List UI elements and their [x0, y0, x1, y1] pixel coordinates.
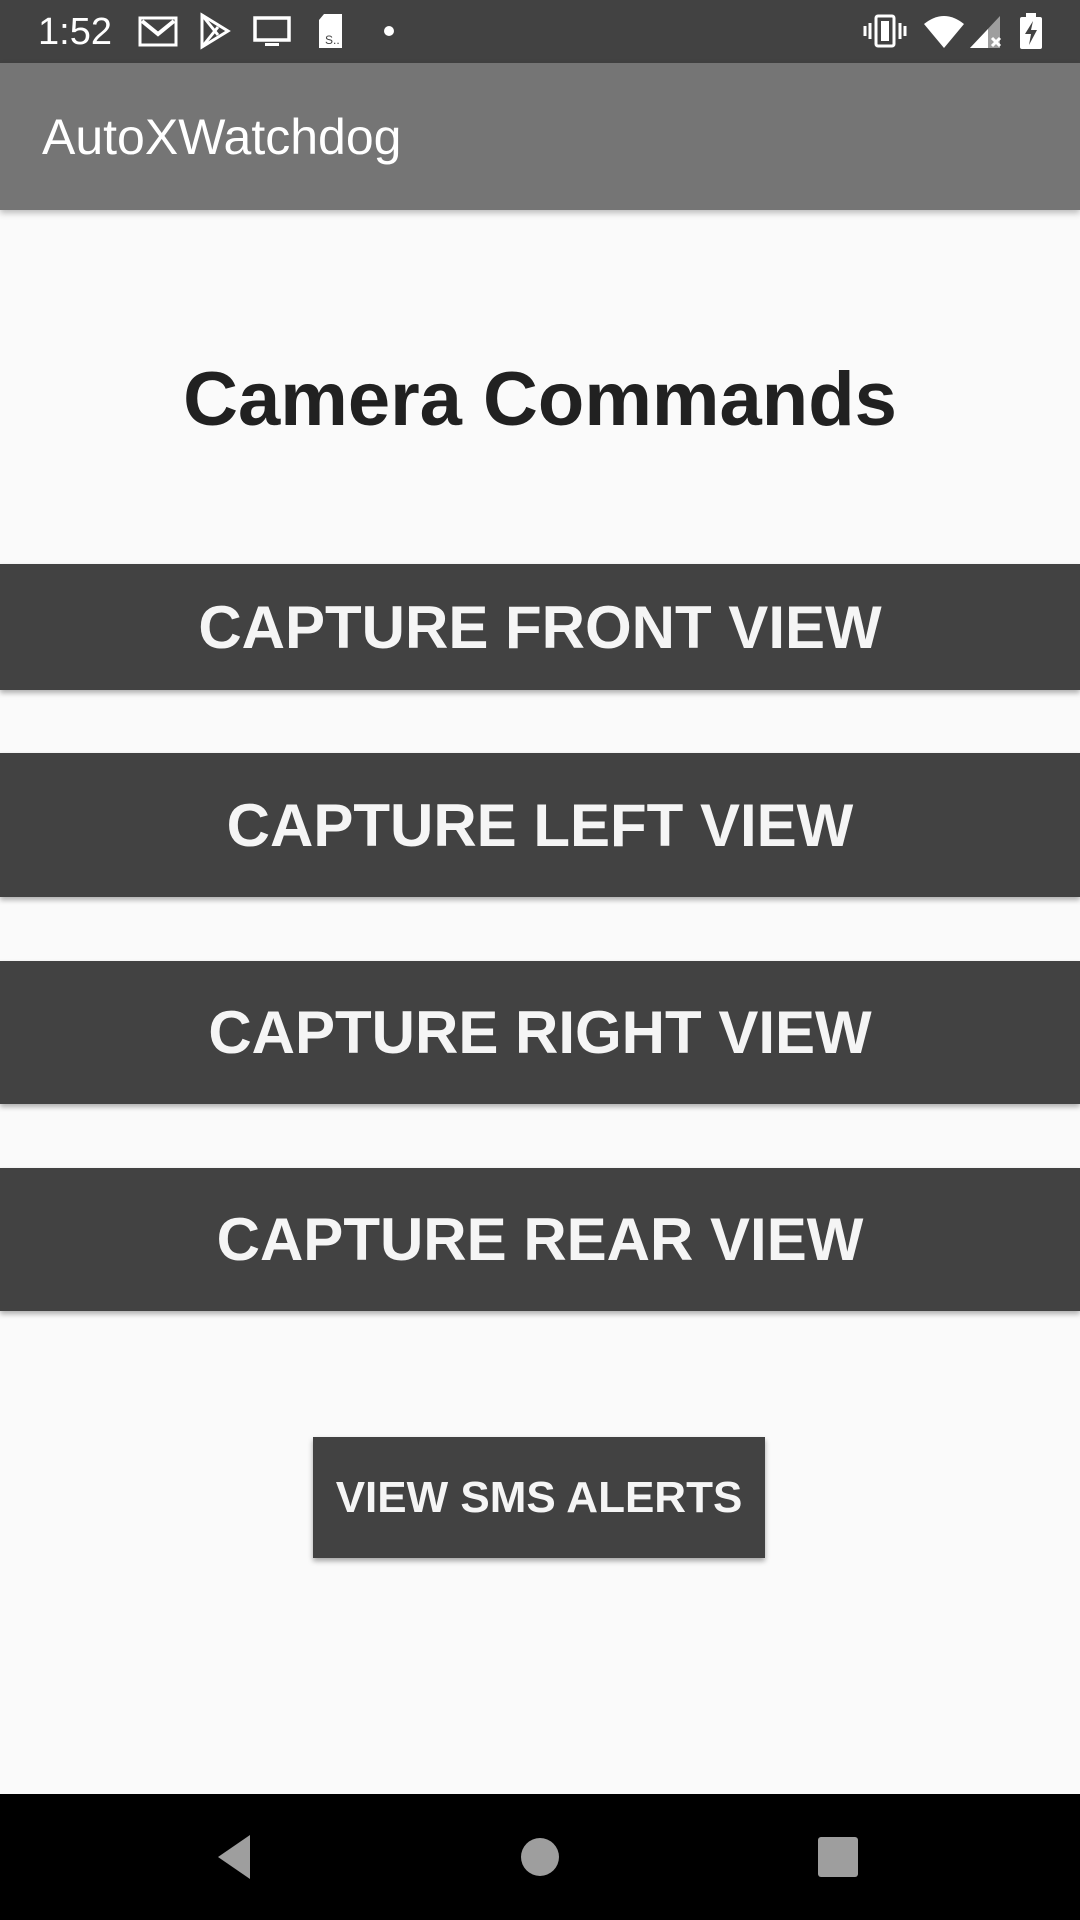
gmail-icon	[138, 16, 178, 47]
notification-dot-icon	[384, 26, 394, 36]
home-icon[interactable]	[510, 1827, 570, 1887]
capture-left-view-button[interactable]: CAPTURE LEFT VIEW	[0, 753, 1080, 897]
play-store-icon	[200, 12, 231, 50]
navigation-bar	[0, 1794, 1080, 1920]
view-sms-alerts-label: VIEW SMS ALERTS	[335, 1472, 743, 1522]
view-sms-alerts-button[interactable]: VIEW SMS ALERTS	[313, 1437, 765, 1558]
sd-card-icon: S..	[319, 14, 342, 48]
cast-screen-icon	[253, 16, 291, 46]
vibrate-icon	[863, 14, 907, 48]
capture-right-view-label: CAPTURE RIGHT VIEW	[208, 999, 872, 1066]
recents-icon[interactable]	[808, 1827, 868, 1887]
capture-front-view-button[interactable]: CAPTURE FRONT VIEW	[0, 564, 1080, 690]
capture-rear-view-label: CAPTURE REAR VIEW	[216, 1206, 864, 1273]
app-bar: AutoXWatchdog	[0, 63, 1080, 210]
screen: 1:52 S.. AutoXWatchdog Camera Commands C…	[0, 0, 1080, 1920]
capture-right-view-button[interactable]: CAPTURE RIGHT VIEW	[0, 961, 1080, 1104]
signal-icon	[970, 16, 1002, 48]
page-heading: Camera Commands	[183, 357, 897, 442]
status-time: 1:52	[38, 11, 112, 53]
app-title: AutoXWatchdog	[42, 109, 402, 165]
capture-rear-view-button[interactable]: CAPTURE REAR VIEW	[0, 1168, 1080, 1311]
battery-charging-icon	[1020, 13, 1042, 49]
status-bar: 1:52 S..	[0, 0, 1080, 63]
capture-front-view-label: CAPTURE FRONT VIEW	[198, 593, 882, 661]
back-icon[interactable]	[208, 1827, 268, 1887]
svg-text:S..: S..	[325, 33, 340, 47]
capture-left-view-label: CAPTURE LEFT VIEW	[226, 791, 854, 859]
wifi-icon	[924, 16, 964, 48]
